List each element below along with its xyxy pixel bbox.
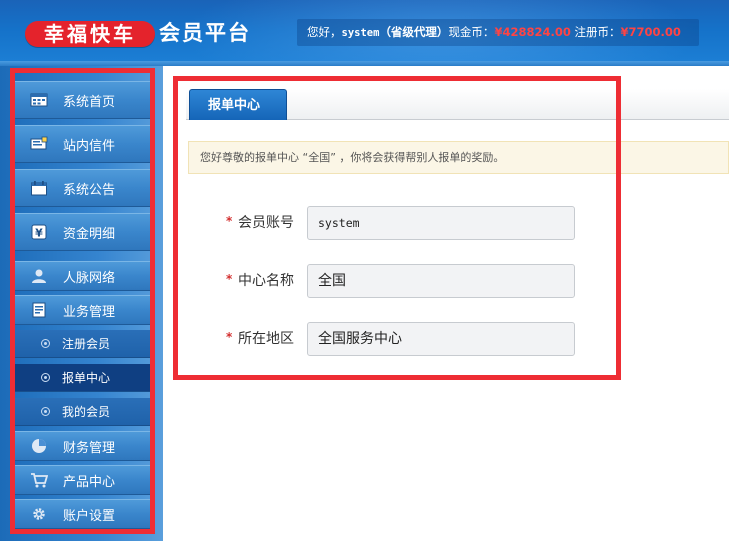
required-marker: *: [226, 330, 233, 344]
reg-label: 注册币：: [574, 25, 621, 39]
user-icon: [30, 268, 48, 284]
sidebar-item-label: 产品中心: [63, 474, 116, 490]
sidebar-subitem-order-center[interactable]: 报单中心: [13, 364, 150, 392]
sidebar-item-label: 业务管理: [63, 304, 116, 320]
pie-chart-icon: [30, 438, 48, 454]
sidebar-item-label: 人脉网络: [63, 270, 116, 286]
sidebar-item-label: 站内信件: [63, 138, 116, 154]
sidebar-item-label: 资金明细: [63, 226, 116, 242]
user-info-bar: 您好，system（省级代理）现金币：¥428824.00 注册币：¥7700.…: [297, 19, 699, 46]
member-account-field[interactable]: system: [307, 206, 575, 240]
dashboard-icon: [30, 92, 48, 108]
center-name-field[interactable]: 全国: [307, 264, 575, 298]
sidebar-item-label: 财务管理: [63, 440, 116, 456]
header: 幸福快车 会员平台 您好，system（省级代理）现金币：¥428824.00 …: [0, 0, 729, 66]
field-label: 中心名称: [238, 273, 294, 289]
greeting-text: 您好，: [307, 25, 342, 39]
form-row-account: * 会员账号 system: [188, 206, 588, 240]
bullet-icon: [41, 407, 50, 416]
sidebar-subitem-label: 我的会员: [62, 405, 111, 419]
username: system: [341, 27, 380, 39]
sidebar-item-products[interactable]: 产品中心: [13, 465, 150, 495]
sidebar-item-funds[interactable]: ¥ 资金明细: [13, 213, 150, 251]
sidebar-item-label: 系统公告: [63, 182, 116, 198]
bullet-icon: [41, 373, 50, 382]
bullet-icon: [41, 339, 50, 348]
region-field[interactable]: 全国服务中心: [307, 322, 575, 356]
required-marker: *: [226, 272, 233, 286]
sidebar-item-home[interactable]: 系统首页: [13, 81, 150, 119]
money-icon: ¥: [30, 224, 48, 240]
svg-text:¥: ¥: [35, 227, 43, 240]
cash-label: 现金币：: [448, 25, 495, 39]
sidebar-item-label: 账户设置: [63, 508, 116, 524]
sidebar-item-label: 系统首页: [63, 94, 116, 110]
sidebar-item-network[interactable]: 人脉网络: [13, 261, 150, 291]
form-row-region: * 所在地区 全国服务中心: [188, 322, 588, 356]
gear-icon: [30, 506, 48, 522]
brand-logo: 幸福快车: [25, 21, 155, 47]
field-label: 所在地区: [238, 331, 294, 347]
sidebar-item-account-settings[interactable]: 账户设置: [13, 499, 150, 529]
sidebar-item-finance[interactable]: 财务管理: [13, 431, 150, 461]
sidebar-item-announcements[interactable]: 系统公告: [13, 169, 150, 207]
sidebar-subitem-label: 报单中心: [62, 371, 111, 385]
sidebar-subitem-my-members[interactable]: 我的会员: [13, 398, 150, 426]
reg-balance: ¥7700.00: [620, 25, 681, 39]
sidebar-subitem-label: 注册会员: [62, 337, 111, 351]
calendar-icon: [30, 180, 48, 196]
mail-icon: [30, 136, 48, 152]
main-content: [163, 66, 729, 541]
business-icon: [30, 302, 48, 318]
cart-icon: [30, 472, 49, 488]
user-role: （省级代理）: [379, 25, 449, 39]
sidebar-item-business[interactable]: 业务管理: [13, 295, 150, 325]
notice-banner: 您好尊敬的报单中心 “全国” ，你将会获得帮别人报单的奖励。: [188, 141, 729, 174]
platform-title: 会员平台: [159, 21, 251, 45]
cash-balance: ¥428824.00: [494, 25, 571, 39]
tab-order-center[interactable]: 报单中心: [189, 89, 287, 120]
sidebar-subitem-register-member[interactable]: 注册会员: [13, 330, 150, 358]
field-label: 会员账号: [238, 215, 294, 231]
form-row-center-name: * 中心名称 全国: [188, 264, 588, 298]
sidebar-item-mail[interactable]: 站内信件: [13, 125, 150, 163]
required-marker: *: [226, 214, 233, 228]
